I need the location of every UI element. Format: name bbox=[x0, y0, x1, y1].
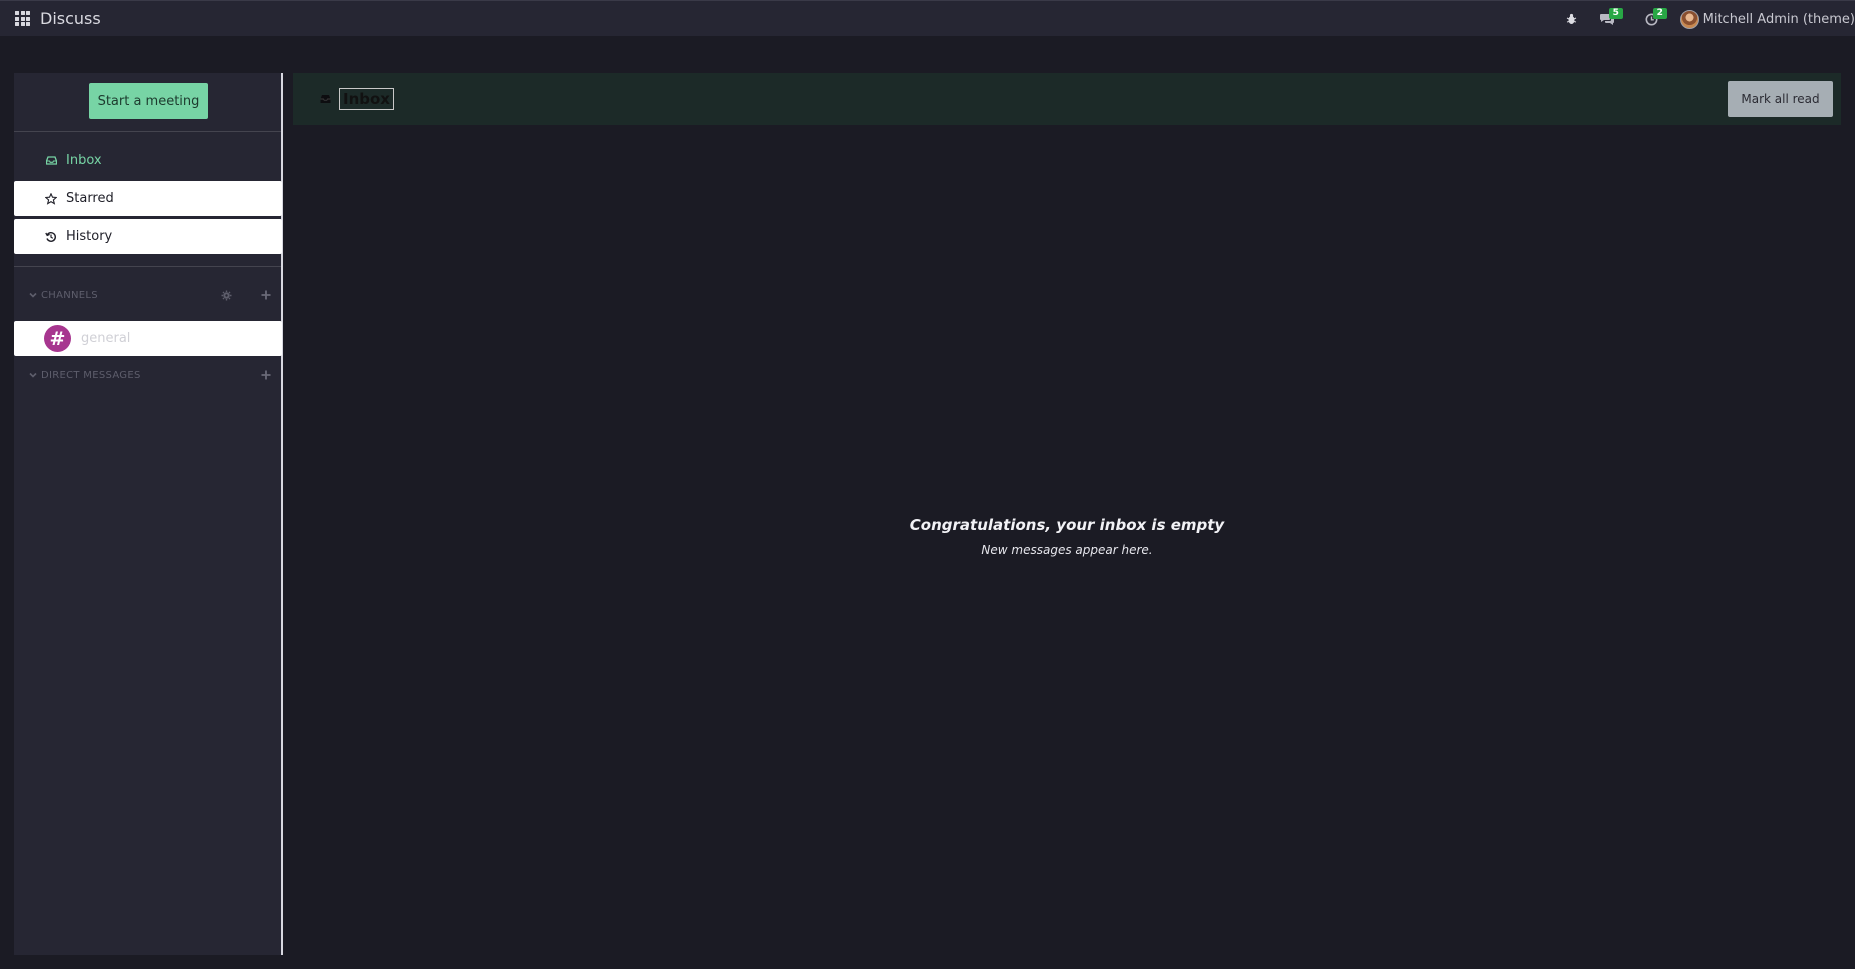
channel-item-general[interactable]: # general bbox=[14, 321, 282, 356]
star-icon bbox=[45, 192, 57, 205]
user-avatar bbox=[1679, 9, 1699, 29]
sidebar-item-inbox[interactable]: Inbox bbox=[14, 143, 282, 178]
channel-avatar: # bbox=[44, 325, 71, 352]
user-menu[interactable]: Mitchell Admin (theme) bbox=[1679, 1, 1855, 37]
add-direct-message-plus-icon[interactable] bbox=[260, 369, 272, 381]
user-name: Mitchell Admin (theme) bbox=[1702, 11, 1855, 27]
app-title[interactable]: Discuss bbox=[40, 9, 101, 28]
thread-name-field[interactable]: Inbox bbox=[339, 88, 394, 110]
sidebar-item-starred[interactable]: Starred bbox=[14, 181, 282, 216]
chevron-down-icon bbox=[29, 372, 37, 378]
messaging-menu[interactable]: 5 bbox=[1596, 1, 1623, 37]
apps-menu-icon[interactable] bbox=[15, 11, 30, 26]
activity-menu[interactable]: 2 bbox=[1640, 1, 1667, 37]
navbar-systray: 5 2 Mitchell Admin (theme) bbox=[1562, 1, 1855, 37]
add-channel-plus-icon[interactable] bbox=[260, 289, 272, 301]
chevron-down-icon bbox=[29, 292, 37, 298]
direct-messages-category-header[interactable]: DIRECT MESSAGES bbox=[28, 367, 278, 383]
sidebar-item-label: Starred bbox=[66, 191, 114, 206]
start-meeting-button[interactable]: Start a meeting bbox=[89, 83, 208, 119]
channels-category-header[interactable]: CHANNELS bbox=[28, 287, 278, 303]
channels-header-label: CHANNELS bbox=[41, 289, 98, 301]
discuss-sidebar: Start a meeting Inbox Starred History CH… bbox=[14, 73, 283, 955]
sidebar-item-label: Inbox bbox=[66, 153, 102, 168]
history-icon bbox=[45, 231, 57, 243]
mark-all-read-button[interactable]: Mark all read bbox=[1728, 81, 1833, 117]
sidebar-item-history[interactable]: History bbox=[14, 219, 282, 254]
thread-control-panel: Inbox Mark all read bbox=[293, 73, 1841, 125]
direct-messages-header-label: DIRECT MESSAGES bbox=[41, 369, 141, 381]
top-navbar: Discuss 5 2 Mitchell Admin (theme) bbox=[0, 0, 1855, 36]
sidebar-divider bbox=[14, 131, 281, 132]
channel-settings-gear-icon[interactable] bbox=[220, 289, 232, 301]
messages-count-badge: 5 bbox=[1608, 8, 1623, 19]
empty-inbox-message: Congratulations, your inbox is empty New… bbox=[293, 516, 1841, 557]
sidebar-divider bbox=[14, 266, 281, 267]
channel-name: general bbox=[81, 331, 131, 346]
sidebar-item-label: History bbox=[66, 229, 113, 244]
inbox-icon bbox=[320, 95, 331, 103]
empty-title: Congratulations, your inbox is empty bbox=[909, 516, 1225, 534]
empty-subtitle: New messages appear here. bbox=[981, 543, 1153, 557]
debug-bug-icon[interactable] bbox=[1562, 1, 1582, 37]
inbox-icon bbox=[45, 155, 57, 167]
activities-count-badge: 2 bbox=[1652, 8, 1667, 19]
